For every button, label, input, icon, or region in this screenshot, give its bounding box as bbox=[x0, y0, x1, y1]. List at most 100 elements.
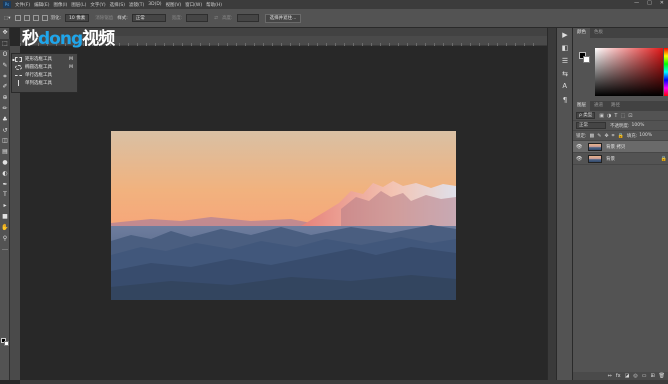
marquee-icon[interactable]: ⬚ bbox=[0, 38, 10, 50]
lock-all-icon[interactable]: 🔒 bbox=[618, 133, 624, 139]
tab-swatches[interactable]: 色板 bbox=[590, 28, 607, 38]
filter-pixel-icon[interactable]: ▣ bbox=[599, 113, 604, 119]
path-select-icon[interactable]: ▸ bbox=[0, 201, 10, 212]
menu-file[interactable]: 文件(F) bbox=[15, 2, 30, 8]
pen-icon[interactable]: ✒ bbox=[0, 179, 10, 190]
brush-icon[interactable]: ✏ bbox=[0, 104, 10, 115]
layers-footer-icon[interactable]: fx bbox=[616, 373, 621, 379]
eraser-icon[interactable]: ◫ bbox=[0, 136, 10, 147]
marquee-preset-icon[interactable]: ⬚▾ bbox=[4, 16, 11, 21]
menu-type[interactable]: 文字(Y) bbox=[90, 2, 105, 8]
elliptical-marquee-item[interactable]: 椭圆选框工具 M bbox=[12, 63, 77, 71]
add-selection-icon[interactable] bbox=[23, 15, 30, 21]
move-icon[interactable]: ✥ bbox=[0, 28, 10, 39]
height-input[interactable] bbox=[236, 14, 259, 22]
close-button[interactable]: ✕ bbox=[660, 0, 664, 6]
dock-panel-icon[interactable]: ☰ bbox=[557, 54, 573, 67]
menu-filter[interactable]: 滤镜(T) bbox=[129, 2, 144, 8]
dock-panel-icon[interactable]: ⇆ bbox=[557, 67, 573, 80]
background-color-swatch[interactable] bbox=[583, 56, 590, 63]
menu-window[interactable]: 窗口(W) bbox=[185, 2, 202, 8]
style-select[interactable]: 正常 bbox=[131, 14, 166, 22]
menu-edit[interactable]: 编辑(E) bbox=[34, 2, 49, 8]
dodge-icon[interactable]: ◐ bbox=[0, 168, 10, 179]
blend-mode-select[interactable]: 正常 bbox=[576, 122, 606, 129]
crop-icon[interactable]: ⌗ bbox=[0, 71, 10, 82]
antialias-checkbox[interactable]: 消除锯齿 bbox=[95, 15, 113, 21]
layer-row[interactable]: 👁 背景 🔒 bbox=[573, 153, 668, 165]
new-selection-icon[interactable] bbox=[14, 15, 21, 21]
ellipse-marquee-icon bbox=[15, 64, 22, 70]
filter-type-icon[interactable]: T bbox=[614, 113, 617, 119]
layer-name[interactable]: 背景 拷贝 bbox=[606, 144, 625, 150]
eyedropper-icon[interactable]: ✐ bbox=[0, 82, 10, 93]
layer-name[interactable]: 背景 bbox=[606, 156, 615, 162]
document-image[interactable] bbox=[111, 131, 456, 300]
type-icon[interactable]: T bbox=[0, 190, 10, 201]
tab-channels[interactable]: 通道 bbox=[590, 101, 607, 111]
lock-transparent-icon[interactable]: ▩ bbox=[590, 133, 595, 139]
subtract-selection-icon[interactable] bbox=[32, 15, 39, 21]
gradient-icon[interactable]: ▤ bbox=[0, 147, 10, 158]
minimize-button[interactable]: — bbox=[634, 0, 639, 6]
layers-footer-icon[interactable]: ▭ bbox=[642, 373, 647, 379]
filter-adjustment-icon[interactable]: ◑ bbox=[607, 113, 611, 119]
select-and-mask-button[interactable]: 选择并遮住... bbox=[264, 13, 302, 23]
lock-icon: 🔒 bbox=[660, 155, 667, 162]
canvas-scrollbar[interactable] bbox=[547, 28, 556, 380]
layer-row[interactable]: 👁 背景 拷贝 bbox=[573, 141, 668, 153]
visibility-eye-icon[interactable]: 👁 bbox=[576, 144, 584, 150]
menu-select[interactable]: 选择(S) bbox=[110, 2, 125, 8]
maximize-button[interactable]: □ bbox=[647, 0, 652, 6]
visibility-eye-icon[interactable]: 👁 bbox=[576, 156, 584, 162]
layers-footer-icon[interactable]: ⊞ bbox=[650, 373, 654, 379]
menu-layer[interactable]: 图层(L) bbox=[71, 2, 86, 8]
tab-color[interactable]: 颜色 bbox=[573, 28, 590, 38]
layers-footer-icon[interactable]: ⇔ bbox=[608, 373, 612, 379]
history-brush-icon[interactable]: ↺ bbox=[0, 125, 10, 136]
lock-image-icon[interactable]: ✎ bbox=[597, 133, 601, 139]
lock-position-icon[interactable]: ✥ bbox=[604, 133, 608, 139]
single-column-marquee-item[interactable]: 单列选框工具 bbox=[12, 79, 77, 87]
stamp-icon[interactable]: ♣ bbox=[0, 114, 10, 125]
fill-value[interactable]: 100% bbox=[639, 133, 652, 138]
menu-view[interactable]: 视图(V) bbox=[166, 2, 182, 8]
tab-layers[interactable]: 图层 bbox=[573, 101, 590, 111]
swap-icon[interactable]: ⇄ bbox=[214, 16, 218, 21]
zoom-icon[interactable]: ⚲ bbox=[0, 233, 10, 244]
menu-image[interactable]: 图像(I) bbox=[53, 2, 67, 8]
intersect-selection-icon[interactable] bbox=[41, 15, 48, 21]
background-color-swatch[interactable] bbox=[4, 341, 9, 346]
color-picker-field[interactable] bbox=[595, 48, 663, 96]
single-row-marquee-item[interactable]: 单行选框工具 bbox=[12, 71, 77, 79]
panel-dock: ▶ ◧ ☰ ⇆ Ꭺ ¶ bbox=[556, 28, 572, 380]
layers-footer-icon[interactable]: ◎ bbox=[633, 373, 637, 379]
hand-icon[interactable]: ✋ bbox=[0, 222, 10, 233]
layer-filter-select[interactable]: ρ 类型 bbox=[576, 112, 596, 119]
hue-slider[interactable] bbox=[664, 48, 668, 96]
lock-artboard-icon[interactable]: ⌗ bbox=[612, 133, 615, 139]
layers-footer-icon[interactable]: 🗑 bbox=[659, 373, 665, 379]
dock-panel-icon[interactable]: ¶ bbox=[557, 93, 573, 106]
dock-panel-icon[interactable]: ▶ bbox=[557, 28, 573, 41]
width-input[interactable] bbox=[186, 14, 209, 22]
filter-shape-icon[interactable]: ⬚ bbox=[620, 113, 625, 119]
shape-icon[interactable]: ■ bbox=[0, 212, 10, 223]
healing-icon[interactable]: ⊕ bbox=[0, 93, 10, 104]
vertical-ruler bbox=[10, 46, 20, 380]
tab-paths[interactable]: 路径 bbox=[607, 101, 624, 111]
menu-3d[interactable]: 3D(D) bbox=[148, 2, 161, 7]
quick-select-icon[interactable]: ✎ bbox=[0, 60, 10, 71]
flyout-item-label: 矩形选框工具 bbox=[25, 57, 52, 62]
layers-footer-icon[interactable]: ◪ bbox=[625, 373, 630, 379]
opacity-value[interactable]: 100% bbox=[632, 123, 645, 128]
filter-smart-icon[interactable]: ⊡ bbox=[628, 113, 632, 119]
rectangular-marquee-item[interactable]: ▪ 矩形选框工具 M bbox=[12, 55, 77, 63]
dock-panel-icon[interactable]: ◧ bbox=[557, 41, 573, 54]
feather-input[interactable]: 10 像素 bbox=[65, 14, 90, 22]
more-icon[interactable]: … bbox=[0, 244, 10, 255]
lasso-icon[interactable]: ʘ bbox=[0, 50, 10, 61]
menu-help[interactable]: 帮助(H) bbox=[206, 2, 222, 8]
dock-panel-icon[interactable]: Ꭺ bbox=[557, 80, 573, 93]
blur-icon[interactable]: ● bbox=[0, 158, 10, 169]
